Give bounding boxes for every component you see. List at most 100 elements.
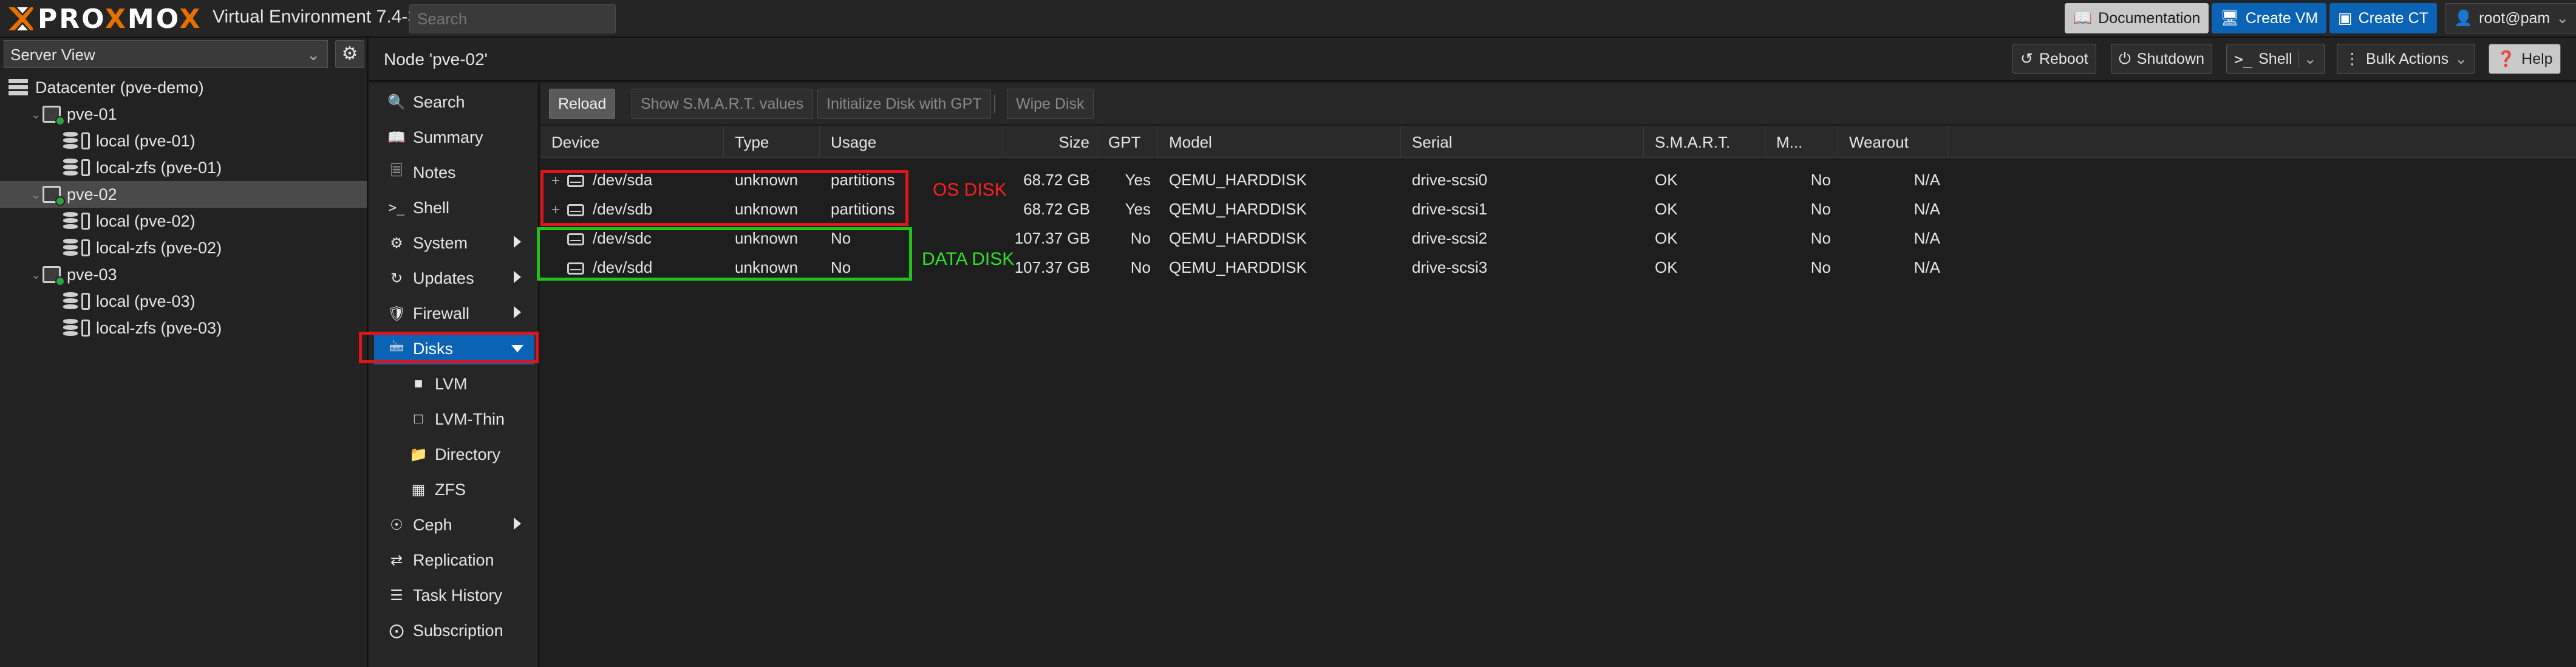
disk-icon	[81, 213, 90, 230]
column-header-model[interactable]: Model	[1158, 126, 1401, 158]
reload-button[interactable]: Reload	[549, 89, 616, 119]
wipe-disk-button[interactable]: Wipe Disk	[1007, 89, 1094, 119]
chevron-down-icon: ⌄	[2455, 50, 2468, 67]
chevron-right-icon	[514, 306, 521, 318]
shell-button[interactable]: >_ Shell ⌄	[2226, 44, 2325, 74]
node-online-icon	[43, 186, 65, 206]
column-header-mounted[interactable]: M...	[1765, 126, 1838, 158]
disk-icon	[81, 293, 90, 310]
serial-cell: drive-scsi2	[1412, 229, 1488, 247]
disks-toolbar: Reload Show S.M.A.R.T. values Initialize…	[540, 83, 2576, 125]
column-header-usage[interactable]: Usage	[820, 126, 1003, 158]
resource-tree-panel: Server View ⌄ ⚙ Datacenter (pve-demo) ⌄ …	[0, 38, 368, 667]
tree-item-pve-03[interactable]: ⌄ pve-03	[0, 261, 367, 288]
disk-icon	[81, 320, 90, 337]
gpt-cell: No	[1130, 229, 1151, 247]
size-cell: 107.37 GB	[1014, 229, 1090, 247]
tree-item-pve-02[interactable]: ⌄ pve-02	[0, 181, 367, 208]
column-header-size[interactable]: Size	[1003, 126, 1097, 158]
collapse-toggle-icon[interactable]: ⌄	[29, 267, 43, 282]
shutdown-button[interactable]: ⏻ Shutdown	[2111, 44, 2212, 74]
nav-item-search[interactable]: 🔍 Search	[374, 86, 534, 118]
nav-item-directory[interactable]: 📁 Directory	[374, 439, 534, 470]
tree-item-storage[interactable]: local (pve-03)	[0, 288, 367, 315]
column-header-serial[interactable]: Serial	[1401, 126, 1644, 158]
column-header-wearout[interactable]: Wearout	[1838, 126, 1947, 158]
reboot-button[interactable]: ↺ Reboot	[2012, 44, 2096, 74]
collapse-toggle-icon[interactable]: ⌄	[29, 187, 43, 202]
nav-item-zfs[interactable]: ▦ ZFS	[374, 474, 534, 505]
size-cell: 68.72 GB	[1023, 171, 1090, 189]
nav-item-firewall[interactable]: 🛡 Firewall	[374, 298, 534, 329]
wearout-cell: N/A	[1913, 229, 1940, 247]
nav-item-updates[interactable]: ↻ Updates	[374, 262, 534, 294]
initialize-gpt-button[interactable]: Initialize Disk with GPT	[817, 89, 991, 119]
column-header-smart[interactable]: S.M.A.R.T.	[1644, 126, 1765, 158]
global-search-input[interactable]	[409, 4, 616, 33]
column-header-gpt[interactable]: GPT	[1097, 126, 1158, 158]
toolbar-separator	[994, 95, 995, 113]
cube-icon: ▣	[2338, 10, 2353, 27]
book-icon: 📖	[387, 129, 406, 146]
bulk-actions-button[interactable]: ⋮ Bulk Actions ⌄	[2337, 44, 2476, 74]
proxmox-x-logo-icon	[9, 7, 33, 30]
nav-item-subscription[interactable]: ⨀ Subscription	[374, 615, 534, 646]
nav-item-lvm[interactable]: ■ LVM	[374, 368, 534, 400]
tree-item-storage[interactable]: local-zfs (pve-03)	[0, 315, 367, 341]
nav-item-ceph[interactable]: ☉ Ceph	[374, 509, 534, 541]
folder-icon: 📁	[409, 446, 428, 463]
monitor-icon: 🖥	[2220, 9, 2240, 27]
smart-cell: OK	[1655, 171, 1678, 189]
documentation-button[interactable]: 📖 Documentation	[2065, 3, 2209, 33]
node-online-icon	[43, 106, 65, 126]
model-cell: QEMU_HARDDISK	[1169, 171, 1307, 189]
create-ct-button[interactable]: ▣ Create CT	[2329, 3, 2437, 33]
nav-item-shell[interactable]: >_ Shell	[374, 192, 534, 224]
more-vertical-icon: ⋮	[2345, 50, 2360, 67]
tree-item-storage[interactable]: local (pve-02)	[0, 208, 367, 234]
version-label: Virtual Environment 7.4-3	[213, 7, 418, 27]
nav-item-task-history[interactable]: ☰ Task History	[374, 580, 534, 611]
disk-icon	[81, 159, 90, 176]
user-menu-button[interactable]: 👤 root@pam ⌄	[2445, 3, 2576, 33]
gpt-cell: Yes	[1125, 200, 1151, 218]
data-disk-highlight-box	[537, 227, 912, 281]
wearout-cell: N/A	[1913, 200, 1940, 218]
column-header-device[interactable]: Device	[540, 126, 724, 158]
content-header: Node 'pve-02' ↺ Reboot ⏻ Shutdown >_ She…	[369, 38, 2576, 81]
storage-icon	[63, 132, 78, 150]
show-smart-button[interactable]: Show S.M.A.R.T. values	[632, 89, 813, 119]
tree-item-storage[interactable]: local-zfs (pve-01)	[0, 154, 367, 181]
serial-cell: drive-scsi0	[1412, 171, 1488, 189]
datacenter-icon	[9, 79, 28, 96]
terminal-icon: >_	[2234, 50, 2253, 68]
help-button[interactable]: ❓ Help	[2489, 44, 2561, 74]
serial-cell: drive-scsi1	[1412, 200, 1488, 218]
proxmox-logo: PROXMOX	[6, 3, 202, 35]
mounted-cell: No	[1810, 171, 1831, 189]
nav-item-system[interactable]: ⚙ System	[374, 227, 534, 259]
view-selector[interactable]: Server View ⌄	[4, 40, 328, 68]
nav-item-summary[interactable]: 📖 Summary	[374, 121, 534, 153]
tree-item-storage[interactable]: local-zfs (pve-02)	[0, 234, 367, 261]
mounted-cell: No	[1810, 258, 1831, 276]
gear-icon[interactable]: ⚙	[335, 40, 364, 68]
reboot-icon: ↺	[2020, 50, 2033, 67]
create-vm-button[interactable]: 🖥 Create VM	[2212, 3, 2327, 33]
tree-item-datacenter[interactable]: Datacenter (pve-demo)	[0, 74, 367, 101]
collapse-toggle-icon[interactable]: ⌄	[29, 107, 43, 122]
grid-header: Device Type Usage Size GPT Model Serial …	[540, 126, 2576, 158]
wearout-cell: N/A	[1913, 171, 1940, 189]
nav-item-notes[interactable]: 🗏 Notes	[374, 157, 534, 188]
chevron-down-icon[interactable]: ⌄	[2298, 50, 2317, 68]
nav-item-lvm-thin[interactable]: □ LVM-Thin	[374, 403, 534, 435]
shield-icon: 🛡	[387, 305, 406, 322]
tree-item-storage[interactable]: local (pve-01)	[0, 128, 367, 154]
square-filled-icon: ■	[414, 375, 423, 392]
nav-item-replication[interactable]: ⇄ Replication	[374, 544, 534, 576]
proxmox-wordmark: PROXMOX	[38, 3, 202, 35]
column-header-type[interactable]: Type	[724, 126, 820, 158]
tree-item-pve-01[interactable]: ⌄ pve-01	[0, 101, 367, 128]
smart-cell: OK	[1655, 200, 1678, 218]
node-nav-menu: 🔍 Search 📖 Summary 🗏 Notes >_ Shell ⚙ Sy…	[369, 83, 539, 667]
